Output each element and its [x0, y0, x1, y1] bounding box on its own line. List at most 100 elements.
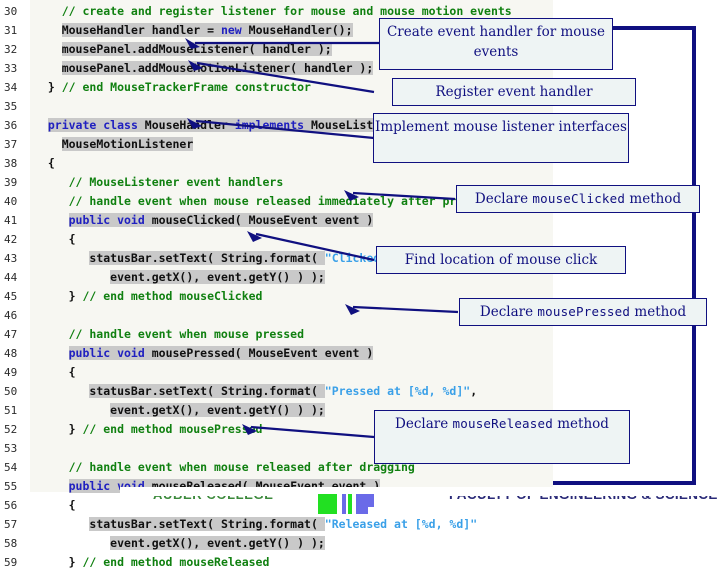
code-line-text: } // end method mouseReleased: [34, 553, 270, 572]
code-token: // handle event when mouse released afte…: [34, 460, 415, 474]
code-line-text: MouseMotionListener: [34, 135, 194, 154]
code-line-number: 35: [4, 100, 18, 113]
code-token: {: [34, 232, 76, 246]
code-line-text: // handle event when mouse released afte…: [34, 458, 415, 477]
code-line-text: {: [34, 154, 55, 173]
code-token: }: [34, 555, 83, 569]
callout-text: Declare mousePressed method: [479, 304, 687, 320]
code-line-text: {: [34, 496, 76, 515]
callout-text: Declare mouseClicked method: [474, 191, 682, 207]
callout-text: Create event handler for mouse events: [386, 24, 606, 60]
code-line-number: 41: [4, 214, 18, 227]
code-line-text: // handle event when mouse pressed: [34, 325, 304, 344]
callout-text: Declare mouseReleased method: [395, 416, 609, 432]
code-line-text: mousePanel.addMouseMotionListener( handl…: [34, 59, 374, 78]
code-line-number: 53: [4, 442, 18, 455]
code-line-text: {: [34, 230, 76, 249]
institution-logo: [318, 494, 374, 516]
code-line-number: 55: [4, 480, 18, 493]
code-line-number: 48: [4, 347, 18, 360]
code-line-text: private class MouseHandler implements Mo…: [34, 116, 408, 135]
code-line-number: 57: [4, 518, 18, 531]
callout-find-location[interactable]: Find location of mouse click: [376, 246, 626, 274]
callout-implement-interfaces[interactable]: Implement mouse listener interfaces: [373, 113, 629, 163]
code-token: event.getX(), event.getY() ) );: [110, 536, 325, 550]
code-line-text: } // end method mousePressed: [34, 420, 263, 439]
code-token: // MouseListener event handlers: [34, 175, 284, 189]
code-token: {: [34, 365, 76, 379]
code-token: }: [34, 289, 83, 303]
code-line-number: 32: [4, 43, 18, 56]
code-token: implements: [234, 118, 305, 132]
logo-green-square: [318, 494, 337, 514]
code-token: event.getX(), event.getY() ) );: [110, 270, 325, 284]
callout-method-name: mousePressed: [537, 304, 631, 319]
code-line-text: mousePanel.addMouseListener( handler );: [34, 40, 332, 59]
code-line-number: 42: [4, 233, 18, 246]
code-line-number: 52: [4, 423, 18, 436]
code-line-text: // handle event when mouse released imme…: [34, 192, 478, 211]
code-line-text: event.getX(), event.getY() ) );: [34, 268, 325, 287]
code-token: MouseHandler handler =: [61, 23, 221, 37]
callout-declare-mousereleased[interactable]: Declare mouseReleased method: [374, 410, 630, 464]
code-token: statusBar.setText( String.format(: [89, 384, 325, 398]
code-token: // create and register listener for mous…: [34, 4, 512, 18]
code-line-number: 43: [4, 252, 18, 265]
code-line-number: 34: [4, 81, 18, 94]
code-line-number: 38: [4, 157, 18, 170]
code-token: ,: [470, 384, 478, 398]
callout-create-handler[interactable]: Create event handler for mouse events: [379, 18, 613, 70]
code-token: MouseMotionListener: [61, 137, 194, 151]
code-line-text: } // end method mouseClicked: [34, 287, 263, 306]
code-token: {: [34, 156, 55, 170]
callout-text: Register event handler: [435, 84, 593, 100]
code-line-number: 36: [4, 119, 18, 132]
callout-text: Implement mouse listener interfaces: [375, 119, 627, 135]
code-line-number: 44: [4, 271, 18, 284]
code-token: new: [220, 23, 242, 37]
code-line-text: } // end MouseTrackerFrame constructor: [34, 78, 311, 97]
code-token: public void: [68, 346, 145, 360]
code-line-text: public void mousePressed( MouseEvent eve…: [34, 344, 374, 363]
code-token: MouseHandler();: [241, 23, 353, 37]
code-line-text: MouseHandler handler = new MouseHandler(…: [34, 21, 353, 40]
code-token: "Released at [%d, %d]": [324, 517, 478, 531]
code-line-number: 47: [4, 328, 18, 341]
code-token: "Pressed at [%d, %d]": [324, 384, 471, 398]
code-line-number: 33: [4, 62, 18, 75]
logo-blue-bar: [342, 494, 346, 514]
code-line-number: 46: [4, 309, 18, 322]
code-line-number: 31: [4, 24, 18, 37]
code-token: // end method mouseClicked: [82, 289, 263, 303]
callout-declare-mousepressed[interactable]: Declare mousePressed method: [459, 298, 707, 326]
code-line-number: 59: [4, 556, 18, 569]
callout-declare-mouseclicked[interactable]: Declare mouseClicked method: [456, 185, 700, 213]
code-line-text: statusBar.setText( String.format( "Press…: [34, 382, 477, 401]
slide-frame-right: [692, 26, 696, 485]
callout-register-handler[interactable]: Register event handler: [392, 78, 636, 106]
code-token: event.getX(), event.getY() ) );: [110, 403, 325, 417]
code-token: // end method mouseReleased: [82, 555, 270, 569]
code-token: mousePanel.addMouseListener( handler );: [61, 42, 332, 56]
code-token: MouseHandler: [137, 118, 235, 132]
code-line-number: 50: [4, 385, 18, 398]
code-token: statusBar.setText( String.format(: [89, 251, 325, 265]
code-token: // handle event when mouse pressed: [34, 327, 305, 341]
code-line-number: 30: [4, 5, 18, 18]
footer-clip-mask: [120, 487, 720, 496]
code-token: mouseClicked( MouseEvent event ): [144, 213, 374, 227]
code-line-number: 39: [4, 176, 18, 189]
code-line-number: 51: [4, 404, 18, 417]
code-token: }: [34, 80, 62, 94]
code-line-number: 40: [4, 195, 18, 208]
